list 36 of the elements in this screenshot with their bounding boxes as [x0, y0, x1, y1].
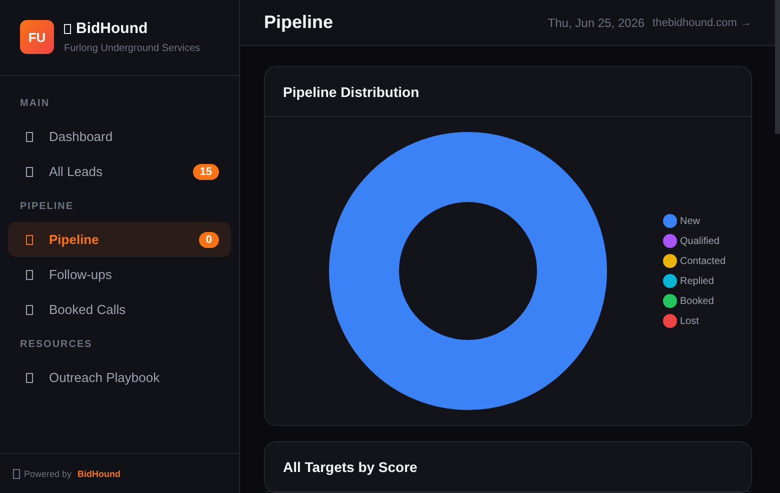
legend-label: New [680, 216, 700, 226]
company-name: Furlong Underground Services [64, 43, 200, 54]
count-badge: 0 [198, 232, 219, 248]
section-heading: PIPELINE [19, 200, 75, 214]
nav-item[interactable]: Follow-ups [8, 257, 231, 292]
legend-label: Lost [680, 316, 699, 326]
square-icon [26, 270, 33, 280]
section-heading: RESOURCES [19, 338, 94, 352]
square-icon [26, 234, 33, 244]
brand-name: BidHound [76, 20, 148, 37]
section-heading: MAIN [19, 97, 51, 111]
square-icon [26, 304, 33, 314]
nav-item[interactable]: Outreach Playbook [8, 360, 231, 395]
square-icon [64, 24, 71, 34]
legend-label: Booked [680, 296, 714, 306]
square-icon [26, 166, 33, 176]
footer-text: Powered by [24, 468, 72, 478]
nav-item[interactable]: Booked Calls [8, 292, 231, 327]
legend-label: Qualified [680, 236, 720, 246]
count-badge: 15 [192, 164, 219, 180]
card-title: All Targets by Score [283, 458, 418, 474]
nav-item[interactable]: Pipeline 0 [8, 222, 231, 257]
legend-label: Replied [680, 276, 714, 286]
card-title: Pipeline Distribution [283, 84, 420, 100]
square-icon [26, 132, 33, 142]
scrollbar[interactable] [775, 0, 780, 134]
site-link[interactable]: thebidhound.com → [652, 16, 751, 28]
square-icon [13, 468, 20, 478]
date-text: Thu, Jun 25, 2026 [548, 16, 645, 30]
page-title: Pipeline [264, 12, 334, 33]
brand-logo: FU [20, 20, 54, 54]
square-icon [26, 372, 33, 382]
nav-item[interactable]: All Leads 15 [8, 154, 231, 189]
legend-label: Contacted [680, 256, 726, 266]
footer-brand: BidHound [78, 468, 121, 478]
nav-item[interactable]: Dashboard [8, 119, 231, 154]
